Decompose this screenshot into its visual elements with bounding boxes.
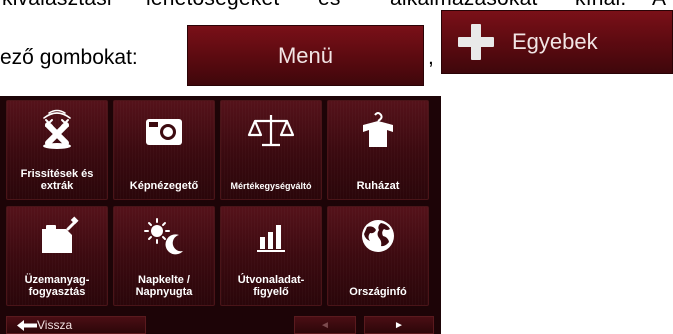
tile-label: Frissítések és extrák: [20, 168, 94, 192]
updates-extras-icon: [7, 109, 107, 153]
tile-clothing[interactable]: Ruházat: [327, 100, 429, 200]
tile-fuel-consumption[interactable]: Üzemanyag-fogyasztás: [6, 206, 108, 306]
menu-button-image: Menü: [187, 25, 424, 86]
scales-icon: [221, 109, 321, 153]
back-arrow-icon: [17, 320, 37, 334]
previous-page-button[interactable]: ◄: [294, 316, 356, 334]
tile-label: Útvonaladat-figyelő: [237, 274, 305, 298]
tile-unit-converter[interactable]: Mértékegységváltó: [220, 100, 322, 200]
fuel-can-icon: [7, 215, 107, 259]
next-page-button[interactable]: ►: [364, 316, 434, 334]
bottom-bar: Vissza ◄ ►: [0, 316, 441, 334]
tile-label: Országinfó: [349, 286, 407, 298]
navigation-screen: Frissítések és extrák Képnézegető Mérték…: [0, 96, 441, 334]
document-text-prefix: ező gombokat:: [0, 46, 138, 69]
sun-moon-icon: [114, 215, 214, 259]
more-button-label: Egyebek: [512, 29, 598, 54]
tile-updates-extras[interactable]: Frissítések és extrák: [6, 100, 108, 200]
more-button-image: Egyebek: [441, 10, 673, 74]
next-arrow-icon: ►: [394, 319, 404, 331]
doc-word: és: [318, 0, 341, 11]
plus-icon: [456, 22, 496, 62]
tile-sunrise-sunset[interactable]: Napkelte / Napnyugta: [113, 206, 215, 306]
tile-label: Képnézegető: [129, 180, 199, 192]
previous-arrow-icon: ◄: [320, 319, 330, 331]
doc-word: kiválasztási: [2, 0, 112, 11]
shirt-icon: [328, 109, 428, 153]
back-button-label: Vissza: [37, 318, 73, 332]
document-comma: ,: [428, 46, 434, 69]
tile-label: Napkelte / Napnyugta: [135, 274, 193, 298]
menu-button-label: Menü: [277, 42, 334, 68]
bar-chart-icon: [221, 215, 321, 259]
tile-label: Ruházat: [356, 180, 400, 192]
camera-icon: [114, 109, 214, 153]
tile-country-info[interactable]: Országinfó: [327, 206, 429, 306]
tile-label: Mértékegységváltó: [230, 181, 312, 191]
tile-image-viewer[interactable]: Képnézegető: [113, 100, 215, 200]
tile-label: Üzemanyag-fogyasztás: [24, 274, 90, 298]
doc-word: lehetőségeket: [146, 0, 279, 11]
back-button[interactable]: Vissza: [6, 316, 146, 334]
tile-route-monitor[interactable]: Útvonaladat-figyelő: [220, 206, 322, 306]
globe-icon: [328, 215, 428, 259]
